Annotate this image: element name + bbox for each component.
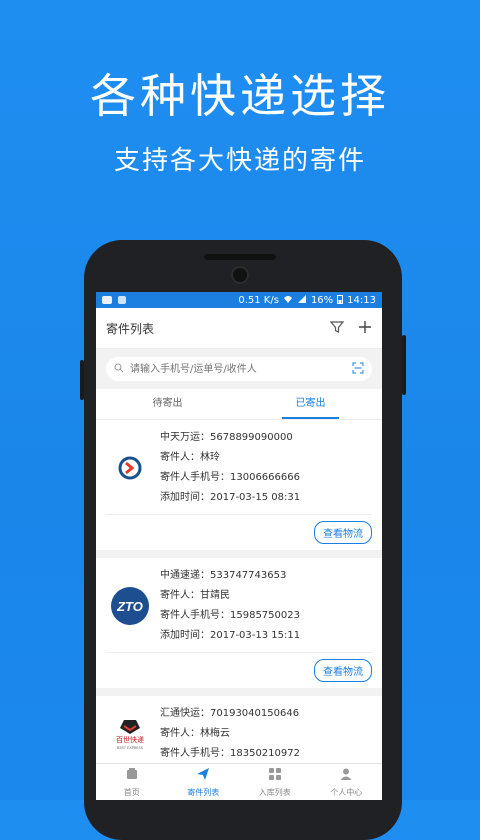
search-area: [96, 349, 382, 389]
phone-left-button: [80, 360, 84, 400]
battery-icon: [337, 294, 344, 307]
nav-profile[interactable]: 个人中心: [311, 764, 383, 800]
sender-name: 寄件人：林玲: [160, 452, 220, 463]
nav-storage-list[interactable]: 入库列表: [239, 764, 311, 800]
nav-home[interactable]: 首页: [96, 764, 168, 800]
sender-name: 寄件人：甘靖民: [160, 590, 230, 601]
sender-phone: 寄件人手机号：18350210972: [160, 748, 300, 759]
user-icon: [339, 766, 353, 785]
status-bar: 0.51 K/s 16% 14:13: [96, 292, 382, 308]
phone-camera: [231, 266, 249, 284]
card-divider: [106, 652, 372, 653]
tracking-number: 中通速递：533747743653: [160, 570, 287, 581]
bottom-nav: 首页 寄件列表 入库列表 个人中心: [96, 763, 382, 800]
promo-subtitle: 支持各大快递的寄件: [113, 146, 366, 176]
nav-send-list-label: 寄件列表: [187, 788, 220, 797]
sender-phone: 寄件人手机号：13006666666: [160, 472, 300, 483]
phone-speaker: [204, 254, 276, 260]
grid-icon: [268, 766, 282, 785]
app-bar: 寄件列表: [96, 308, 382, 349]
card-divider: [106, 514, 372, 515]
notification-icon: [118, 296, 126, 304]
zhongtian-wanyun-logo: [106, 428, 154, 508]
added-time: 添加时间：2017-03-13 15:11: [160, 630, 301, 641]
tracking-number: 中天万运：5678899090000: [160, 432, 293, 443]
tab-sent[interactable]: 已寄出: [239, 389, 382, 419]
shipment-list: 中天万运：5678899090000 寄件人：林玲 寄件人手机号：1300666…: [96, 420, 382, 770]
sender-phone: 寄件人手机号：15985750023: [160, 610, 300, 621]
plus-icon[interactable]: [358, 319, 372, 338]
phone-screen: 0.51 K/s 16% 14:13 寄件列表 请输入手机号/运单号/收件人 待…: [96, 292, 382, 800]
tab-pending[interactable]: 待寄出: [96, 389, 239, 419]
network-speed: 0.51 K/s: [238, 294, 279, 306]
send-icon: [196, 766, 210, 785]
nav-profile-label: 个人中心: [330, 788, 363, 797]
filter-icon[interactable]: [329, 319, 345, 338]
zto-logo-text: ZTO: [116, 599, 143, 614]
tab-bar: 待寄出 已寄出: [96, 389, 382, 420]
best-logo-subtext: BEST EXPRESS: [117, 746, 144, 750]
shipment-card[interactable]: ZTO 中通速递：533747743653 寄件人：甘靖民 寄件人手机号：159…: [96, 558, 382, 688]
signal-icon: [297, 294, 307, 307]
added-time: 添加时间：2017-03-15 08:31: [160, 492, 301, 503]
best-express-logo: 百世快递 BEST EXPRESS: [106, 704, 154, 764]
page-title: 寄件列表: [106, 321, 155, 336]
view-logistics-button[interactable]: 查看物流: [314, 521, 372, 544]
wifi-icon: [283, 294, 293, 307]
nav-storage-list-label: 入库列表: [258, 788, 291, 797]
clock: 14:13: [347, 294, 376, 306]
view-logistics-button[interactable]: 查看物流: [314, 659, 372, 682]
nav-send-list[interactable]: 寄件列表: [168, 764, 240, 800]
best-logo-text: 百世快递: [116, 735, 144, 744]
home-icon: [125, 766, 139, 785]
search-input[interactable]: [128, 362, 352, 376]
shipment-card[interactable]: 中天万运：5678899090000 寄件人：林玲 寄件人手机号：1300666…: [96, 420, 382, 550]
battery-level: 16%: [310, 294, 334, 306]
message-icon: [102, 296, 112, 304]
tracking-number: 汇通快运：70193040150646: [160, 708, 300, 719]
phone-side-button: [402, 335, 406, 395]
nav-home-label: 首页: [123, 788, 140, 797]
promo-title: 各种快递选择: [90, 69, 390, 123]
sender-name: 寄件人：林梅云: [160, 728, 230, 739]
search-icon: [114, 363, 124, 376]
scan-icon[interactable]: [352, 362, 364, 377]
shipment-card[interactable]: 百世快递 BEST EXPRESS 汇通快运：70193040150646 寄件…: [96, 696, 382, 770]
zto-logo: ZTO: [106, 566, 154, 646]
search-box[interactable]: [106, 357, 372, 381]
